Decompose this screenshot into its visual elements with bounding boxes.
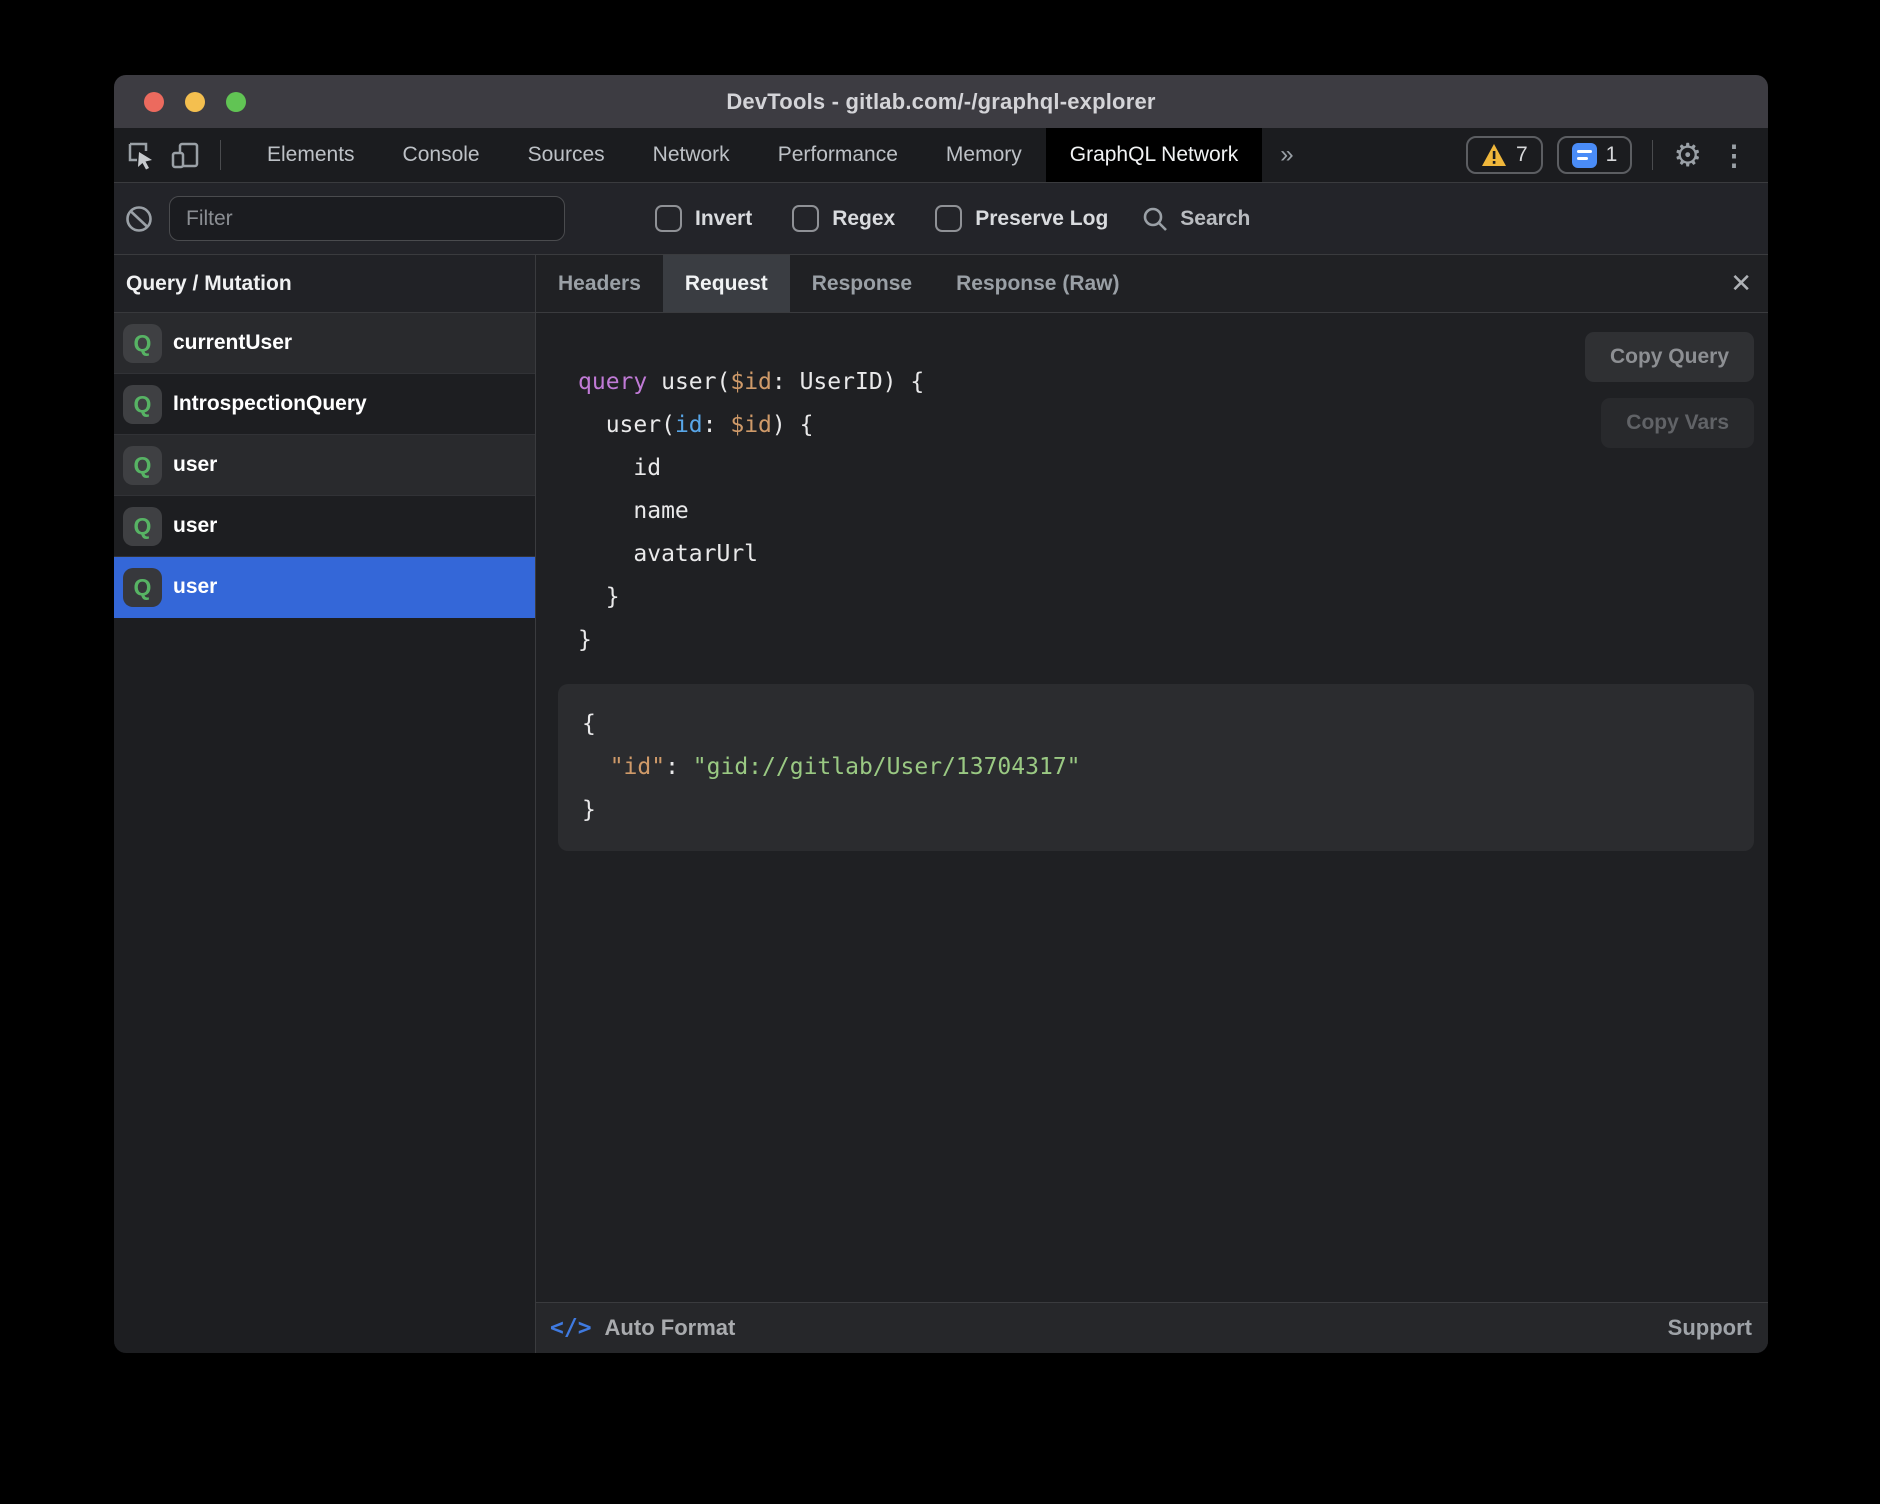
block-clear-icon[interactable] <box>125 205 153 233</box>
query-type-badge: Q <box>123 324 162 363</box>
filter-input[interactable] <box>169 196 565 241</box>
regex-label: Regex <box>832 207 895 231</box>
close-window-button[interactable] <box>144 92 164 112</box>
graphql-query-code: query user($id: UserID) { user(id: $id) … <box>578 361 1754 662</box>
devtools-tab-bar: Elements Console Sources Network Perform… <box>114 128 1768 183</box>
preserve-log-checkbox[interactable] <box>935 205 962 232</box>
toolbar-separator <box>220 140 221 170</box>
panel-tabs: Elements Console Sources Network Perform… <box>243 128 1312 182</box>
list-item-currentuser[interactable]: Q currentUser <box>114 313 535 374</box>
tab-sources[interactable]: Sources <box>504 128 629 182</box>
tab-graphql-network[interactable]: GraphQL Network <box>1046 128 1262 182</box>
regex-checkbox-group: Regex <box>792 205 895 232</box>
regex-checkbox[interactable] <box>792 205 819 232</box>
list-item-label: user <box>173 453 217 477</box>
window-title: DevTools - gitlab.com/-/graphql-explorer <box>726 89 1155 115</box>
devtools-window: DevTools - gitlab.com/-/graphql-explorer… <box>114 75 1768 1353</box>
list-item-label: currentUser <box>173 331 292 355</box>
filter-bar: Invert Regex Preserve Log Search <box>114 183 1768 255</box>
warnings-badge[interactable]: 7 <box>1466 136 1543 174</box>
invert-checkbox[interactable] <box>655 205 682 232</box>
close-detail-icon[interactable]: ✕ <box>1730 255 1752 312</box>
list-item-label: IntrospectionQuery <box>173 392 367 416</box>
tab-elements[interactable]: Elements <box>243 128 379 182</box>
query-list-panel: Query / Mutation Q currentUser Q Introsp… <box>114 255 536 1353</box>
message-icon <box>1572 143 1597 168</box>
minimize-window-button[interactable] <box>185 92 205 112</box>
query-list-header: Query / Mutation <box>114 255 535 313</box>
zoom-window-button[interactable] <box>226 92 246 112</box>
settings-gear-icon[interactable]: ⚙ <box>1673 139 1702 171</box>
auto-format-toggle[interactable]: Auto Format <box>605 1315 736 1341</box>
toolbar-icons <box>114 128 227 182</box>
list-item-user-2[interactable]: Q user <box>114 496 535 557</box>
detail-panel: Headers Request Response Response (Raw) … <box>536 255 1768 1353</box>
auto-format-icon: </> <box>550 1315 592 1341</box>
main-split: Query / Mutation Q currentUser Q Introsp… <box>114 255 1768 1353</box>
badges-separator <box>1652 140 1653 170</box>
device-toolbar-icon[interactable] <box>170 140 200 170</box>
query-type-badge: Q <box>123 507 162 546</box>
query-type-badge: Q <box>123 446 162 485</box>
tab-console[interactable]: Console <box>379 128 504 182</box>
query-type-badge: Q <box>123 385 162 424</box>
tab-network[interactable]: Network <box>629 128 754 182</box>
tab-performance[interactable]: Performance <box>754 128 922 182</box>
query-variables-box: { "id": "gid://gitlab/User/13704317"} <box>558 684 1754 851</box>
detail-footer: </> Auto Format Support <box>536 1302 1768 1353</box>
invert-checkbox-group: Invert <box>655 205 752 232</box>
copy-query-button[interactable]: Copy Query <box>1585 332 1754 382</box>
preserve-log-label: Preserve Log <box>975 207 1108 231</box>
search-label: Search <box>1180 207 1250 231</box>
list-item-label: user <box>173 514 217 538</box>
tab-response[interactable]: Response <box>790 255 934 312</box>
status-badges: 7 1 ⚙ ⋮ <box>1466 128 1752 182</box>
message-count: 1 <box>1606 143 1618 167</box>
search-control[interactable]: Search <box>1142 206 1250 232</box>
support-link[interactable]: Support <box>1668 1315 1752 1341</box>
invert-label: Invert <box>695 207 752 231</box>
traffic-lights <box>144 75 246 128</box>
title-bar: DevTools - gitlab.com/-/graphql-explorer <box>114 75 1768 128</box>
tab-response-raw[interactable]: Response (Raw) <box>934 255 1141 312</box>
copy-vars-button[interactable]: Copy Vars <box>1601 398 1754 448</box>
issues-badge[interactable]: 1 <box>1557 136 1633 174</box>
warning-icon <box>1481 143 1507 167</box>
tab-memory[interactable]: Memory <box>922 128 1046 182</box>
list-item-user-3-selected[interactable]: Q user <box>114 557 535 618</box>
tab-headers[interactable]: Headers <box>536 255 663 312</box>
inspect-element-icon[interactable] <box>126 140 156 170</box>
preserve-log-checkbox-group: Preserve Log <box>935 205 1108 232</box>
more-tabs-icon[interactable]: » <box>1262 128 1311 182</box>
kebab-menu-icon[interactable]: ⋮ <box>1716 139 1752 172</box>
tab-request[interactable]: Request <box>663 255 790 312</box>
request-content: query user($id: UserID) { user(id: $id) … <box>536 313 1768 1302</box>
detail-tab-bar: Headers Request Response Response (Raw) … <box>536 255 1768 313</box>
query-type-badge: Q <box>123 568 162 607</box>
copy-buttons: Copy Query Copy Vars <box>1585 332 1754 448</box>
search-icon <box>1142 206 1168 232</box>
list-item-label: user <box>173 575 217 599</box>
list-item-user-1[interactable]: Q user <box>114 435 535 496</box>
list-item-introspectionquery[interactable]: Q IntrospectionQuery <box>114 374 535 435</box>
warning-count: 7 <box>1516 143 1528 167</box>
